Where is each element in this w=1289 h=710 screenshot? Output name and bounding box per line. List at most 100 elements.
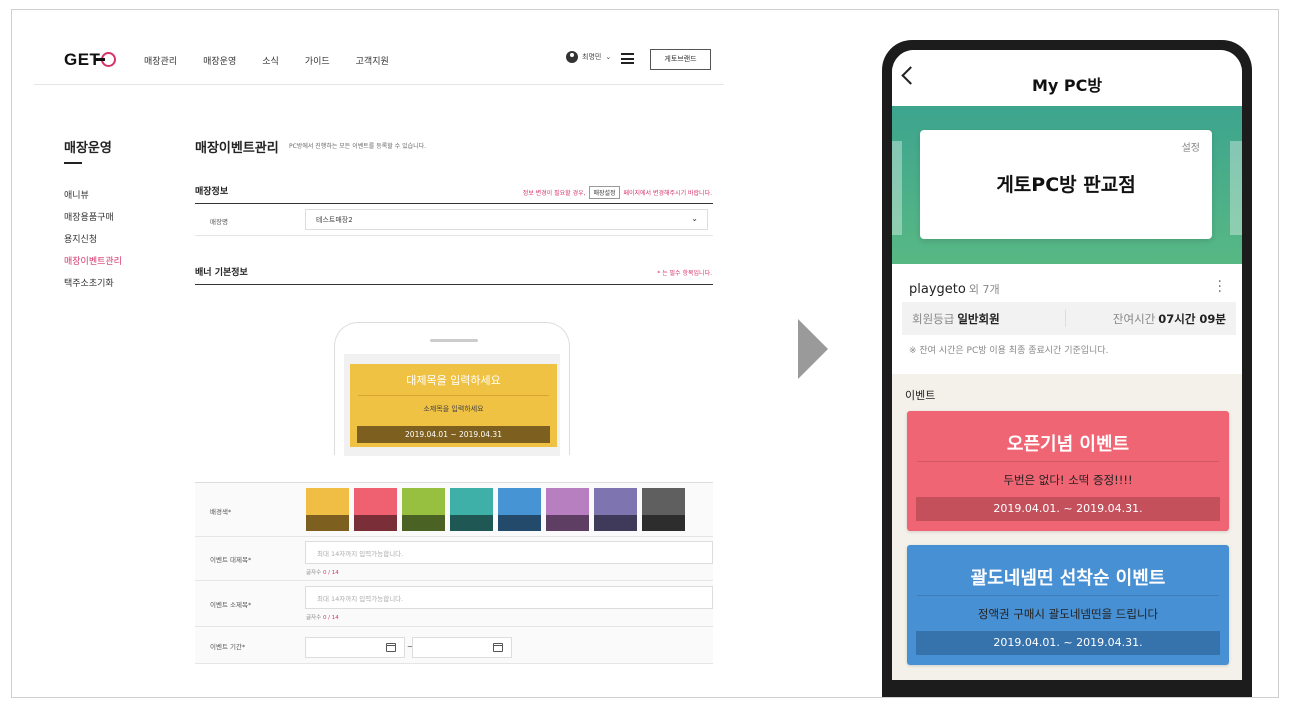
color-swatch-dark xyxy=(594,515,637,531)
event-subtitle-label: 이벤트 소제목* xyxy=(210,601,252,609)
chevron-down-icon: ⌄ xyxy=(691,214,698,223)
store-name: 게토PC방 판교점 xyxy=(996,174,1136,196)
event-card[interactable]: 오픈기념 이벤트 두번은 없다! 소떡 증정!!!! 2019.04.01. ~… xyxy=(907,411,1229,531)
mobile-header: My PC방 xyxy=(892,50,1242,106)
count-value: 0 / 14 xyxy=(322,570,339,576)
store-settings-link[interactable]: 설정 xyxy=(1182,139,1200,154)
nav-item-store-management[interactable]: 매장관리 xyxy=(144,54,177,67)
store-name-label: 매장명 xyxy=(210,218,228,226)
event-subtitle-input[interactable]: 최대 14자까지 입력가능합니다. xyxy=(305,586,713,609)
hamburger-menu-icon[interactable] xyxy=(621,53,634,64)
event-section-label: 이벤트 xyxy=(905,389,936,402)
sidebar-title-underline xyxy=(64,162,82,164)
count-label: 글자수 xyxy=(306,615,322,621)
bg-color-label: 배경색* xyxy=(210,508,232,516)
logo-ring-icon xyxy=(95,52,117,67)
more-vertical-icon[interactable]: · · · xyxy=(1218,275,1222,299)
phone-speaker xyxy=(430,339,478,342)
store-settings-link[interactable]: 매장설정 xyxy=(589,186,620,199)
member-info: playgeto 외 7개 · · · 회원등급 일반회원 잔여시간 07시간 09분 ※… xyxy=(892,264,1242,374)
store-select-value: 테스트매장2 xyxy=(316,216,353,224)
user-name: 최명민 xyxy=(582,53,602,61)
chevron-down-icon: ⌄ xyxy=(605,53,612,61)
color-swatch-dark xyxy=(354,515,397,531)
page-title: 매장이벤트관리 xyxy=(195,141,279,156)
top-navigation-bar: GET 매장관리 매장운영 소식 가이드 고객지원 최명민 ⌄ 게토브랜드 xyxy=(34,10,724,85)
event-card[interactable]: 괄도네넴띤 선착순 이벤트 정액권 구매시 괄도네넴띤을 드립니다 2019.0… xyxy=(907,545,1229,665)
nav-item-guide[interactable]: 가이드 xyxy=(305,54,330,67)
sidebar-item-event-management[interactable]: 매장이벤트관리 xyxy=(64,251,122,273)
member-grade: 회원등급 일반회원 xyxy=(912,311,1000,327)
event-subtitle: 정액권 구매시 괄도네넴띤을 드립니다 xyxy=(977,607,1159,621)
grade-value: 일반회원 xyxy=(957,312,1000,326)
event-title-label: 이벤트 대제목* xyxy=(210,556,252,564)
event-subtitle: 두번은 없다! 소떡 증정!!!! xyxy=(1003,473,1133,487)
nav-item-news[interactable]: 소식 xyxy=(262,54,279,67)
mobile-phone: My PC방 설정 게토PC방 판교점 playgeto 외 7개 · · · 회원등… xyxy=(882,40,1252,697)
color-swatch[interactable] xyxy=(498,488,541,531)
geto-brand-button[interactable]: 게토브랜드 xyxy=(650,49,711,70)
banner-preview-subtitle: 소제목을 입력하세요 xyxy=(423,405,484,413)
color-swatch[interactable] xyxy=(402,488,445,531)
banner-preview-date: 2019.04.01 ~ 2019.04.31 xyxy=(357,426,550,443)
banner-preview: 대제목을 입력하세요 소제목을 입력하세요 2019.04.01 ~ 2019.… xyxy=(350,364,557,447)
color-swatch-dark xyxy=(498,515,541,531)
geto-logo[interactable]: GET xyxy=(64,50,117,70)
banner-info-heading: 배너 기본정보 xyxy=(195,268,248,278)
color-swatch[interactable] xyxy=(594,488,637,531)
store-info-note: 정보 변경이 필요할 경우, 매장설정 페이지에서 변경해주시기 바랍니다. xyxy=(482,186,712,199)
nav-item-store-operation[interactable]: 매장운영 xyxy=(203,54,236,67)
color-swatch[interactable] xyxy=(642,488,685,531)
event-title: 오픈기념 이벤트 xyxy=(1006,434,1130,455)
sidebar-item-paper-request[interactable]: 용지신청 xyxy=(64,229,122,251)
banner-preview-title: 대제목을 입력하세요 xyxy=(406,374,501,387)
time-value: 07시간 09분 xyxy=(1158,312,1226,326)
color-swatch-dark xyxy=(450,515,493,531)
start-date-input[interactable] xyxy=(305,637,405,658)
color-swatch-dark xyxy=(642,515,685,531)
next-card-peek[interactable] xyxy=(1230,141,1242,235)
event-title-count: 글자수 0 / 14 xyxy=(306,568,339,576)
color-swatch[interactable] xyxy=(306,488,349,531)
remaining-time-notice: ※ 잔여 시간은 PC방 이용 최종 종료시간 기준입니다. xyxy=(909,346,1109,356)
mobile-header-title: My PC방 xyxy=(1031,76,1103,95)
calendar-icon[interactable] xyxy=(386,643,396,652)
event-period-label: 이벤트 기간* xyxy=(210,643,246,651)
event-title-input[interactable]: 최대 14자까지 입력가능합니다. xyxy=(305,541,713,564)
color-swatch[interactable] xyxy=(450,488,493,531)
calendar-icon[interactable] xyxy=(493,643,503,652)
event-divider xyxy=(917,461,1219,462)
required-note: * 는 필수 항목입니다. xyxy=(657,270,712,277)
banner-preview-divider xyxy=(358,395,549,396)
note-text-after: 페이지에서 변경해주시기 바랍니다. xyxy=(623,190,712,197)
store-select[interactable]: 테스트매장2 ⌄ xyxy=(305,209,708,230)
page-description: PC방에서 진행하는 모든 이벤트를 등록할 수 있습니다. xyxy=(289,143,427,150)
sidebar-menu: 애니뷰 매장용품구매 용지신청 매장이벤트관리 택주소초기화 xyxy=(64,185,122,295)
sidebar-title: 매장운영 xyxy=(64,141,112,156)
event-subtitle-count: 글자수 0 / 14 xyxy=(306,613,339,621)
color-swatch[interactable] xyxy=(354,488,397,531)
section-divider xyxy=(195,284,713,285)
user-id-extra: 외 7개 xyxy=(968,283,1000,296)
color-swatch-list xyxy=(306,488,685,531)
mobile-screen: My PC방 설정 게토PC방 판교점 playgeto 외 7개 · · · 회원등… xyxy=(892,50,1242,680)
store-info-heading: 매장정보 xyxy=(195,187,229,197)
nav-item-support[interactable]: 고객지원 xyxy=(356,54,389,67)
sidebar-item-supplies[interactable]: 매장용품구매 xyxy=(64,207,122,229)
sidebar-item-aniview[interactable]: 애니뷰 xyxy=(64,185,122,207)
arrow-right-icon xyxy=(798,319,828,379)
user-menu[interactable]: 최명민 ⌄ xyxy=(566,51,611,63)
event-title: 괄도네넴띤 선착순 이벤트 xyxy=(970,568,1166,589)
grade-time-box: 회원등급 일반회원 잔여시간 07시간 09분 xyxy=(902,302,1236,335)
event-date: 2019.04.01. ~ 2019.04.31. xyxy=(916,631,1220,655)
user-id: playgeto 외 7개 xyxy=(909,281,1000,297)
color-swatch[interactable] xyxy=(546,488,589,531)
prev-card-peek[interactable] xyxy=(892,141,902,235)
time-label: 잔여시간 xyxy=(1112,312,1156,326)
event-date: 2019.04.01. ~ 2019.04.31. xyxy=(916,497,1220,521)
end-date-input[interactable] xyxy=(412,637,512,658)
global-nav: 매장관리 매장운영 소식 가이드 고객지원 xyxy=(144,54,415,67)
store-card[interactable]: 설정 게토PC방 판교점 xyxy=(920,130,1212,239)
sidebar-item-address-reset[interactable]: 택주소초기화 xyxy=(64,273,122,295)
screenshot-frame: GET 매장관리 매장운영 소식 가이드 고객지원 최명민 ⌄ 게토브랜드 매장… xyxy=(11,9,1279,698)
